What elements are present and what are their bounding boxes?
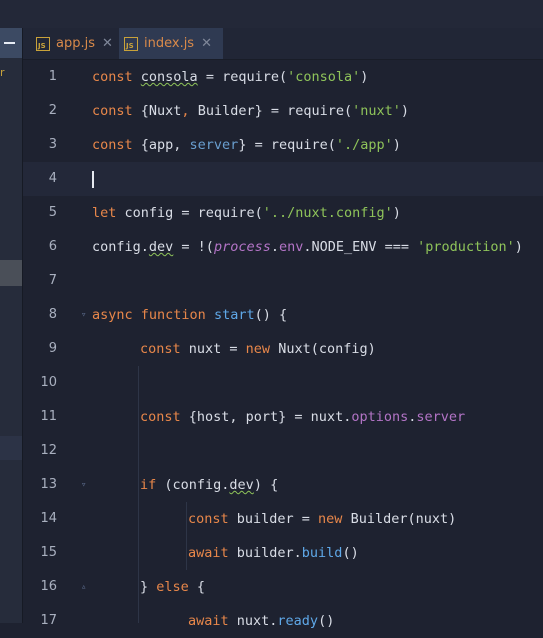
close-icon[interactable]: ✕ (102, 36, 113, 51)
line-number: 12 (40, 443, 57, 458)
code-text: const {app, server} = require('./app') (92, 137, 401, 153)
code-text: async function start() { (92, 307, 288, 323)
fold-arrow-icon[interactable]: ▿ (81, 480, 91, 490)
code-text: const {host, port} = nuxt.options.server (140, 409, 466, 425)
line-number: 13 (40, 477, 57, 492)
code-text: const consola = require('consola') (92, 69, 369, 85)
line-number: 6 (48, 239, 57, 254)
line-number: 11 (40, 409, 57, 424)
js-file-icon: JS (36, 36, 50, 51)
line-number: 9 (48, 341, 57, 356)
code-line[interactable]: 13 ▿ if (config.dev) { (23, 468, 543, 502)
tab-label: index.js (144, 36, 195, 51)
code-text: await builder.build() (188, 545, 359, 561)
line-number: 2 (48, 103, 57, 118)
line-number: 14 (40, 511, 57, 526)
sidebar-item[interactable] (0, 436, 22, 460)
project-sidebar[interactable]: r (0, 28, 23, 623)
code-line[interactable]: 6 config.dev = !(process.env.NODE_ENV ==… (23, 230, 543, 264)
fold-arrow-icon[interactable]: ▵ (81, 582, 91, 592)
line-number: 8 (48, 307, 57, 322)
code-text: if (config.dev) { (140, 477, 279, 493)
code-line[interactable]: 2 const {Nuxt, Builder} = require('nuxt'… (23, 94, 543, 128)
code-line[interactable]: 1 const consola = require('consola') (23, 60, 543, 94)
code-text: } else { (140, 579, 206, 595)
sidebar-collapse-button[interactable] (0, 28, 22, 58)
code-text: let config = require('../nuxt.config') (92, 205, 401, 221)
line-number: 3 (48, 137, 57, 152)
code-line[interactable]: 12 (23, 434, 543, 468)
line-number: 10 (40, 375, 57, 390)
title-bar (0, 0, 543, 29)
sidebar-selected-item[interactable] (0, 260, 22, 286)
code-line[interactable]: 9 const nuxt = new Nuxt(config) (23, 332, 543, 366)
line-number: 4 (48, 171, 57, 186)
line-number: 17 (40, 613, 57, 628)
sidebar-item-label: r (0, 66, 5, 79)
code-line[interactable]: 3 const {app, server} = require('./app') (23, 128, 543, 162)
line-number: 7 (48, 273, 57, 288)
code-text: const {Nuxt, Builder} = require('nuxt') (92, 103, 410, 119)
fold-arrow-icon[interactable]: ▿ (81, 310, 91, 320)
editor-tab-bar: JS app.js ✕ JS index.js ✕ (23, 28, 543, 60)
code-text: const builder = new Builder(nuxt) (188, 511, 457, 527)
tab-label: app.js (56, 36, 95, 51)
code-text: const nuxt = new Nuxt(config) (140, 341, 376, 357)
code-line[interactable]: 8 ▿ async function start() { (23, 298, 543, 332)
code-text: await nuxt.ready() (188, 613, 335, 629)
tab-index-js[interactable]: JS index.js ✕ (119, 28, 223, 59)
code-text: config.dev = !(process.env.NODE_ENV === … (92, 239, 523, 255)
code-line[interactable]: 5 let config = require('../nuxt.config') (23, 196, 543, 230)
tab-app-js[interactable]: JS app.js ✕ (31, 28, 119, 59)
js-file-icon: JS (124, 36, 138, 51)
close-icon[interactable]: ✕ (201, 36, 212, 51)
code-editor[interactable]: 1 const consola = require('consola') 2 c… (23, 60, 543, 629)
line-number: 15 (40, 545, 57, 560)
code-line[interactable]: 15 await builder.build() (23, 536, 543, 570)
code-line[interactable]: 7 (23, 264, 543, 298)
code-line[interactable]: 11 const {host, port} = nuxt.options.ser… (23, 400, 543, 434)
code-line[interactable]: 16 ▵ } else { (23, 570, 543, 604)
code-line[interactable]: 10 (23, 366, 543, 400)
code-line-current[interactable]: 4 (23, 162, 543, 196)
line-number: 1 (48, 69, 57, 84)
line-number: 16 (40, 579, 57, 594)
line-number: 5 (48, 205, 57, 220)
code-line[interactable]: 14 const builder = new Builder(nuxt) (23, 502, 543, 536)
text-cursor (92, 171, 94, 188)
code-line[interactable]: 17 await nuxt.ready() (23, 604, 543, 638)
